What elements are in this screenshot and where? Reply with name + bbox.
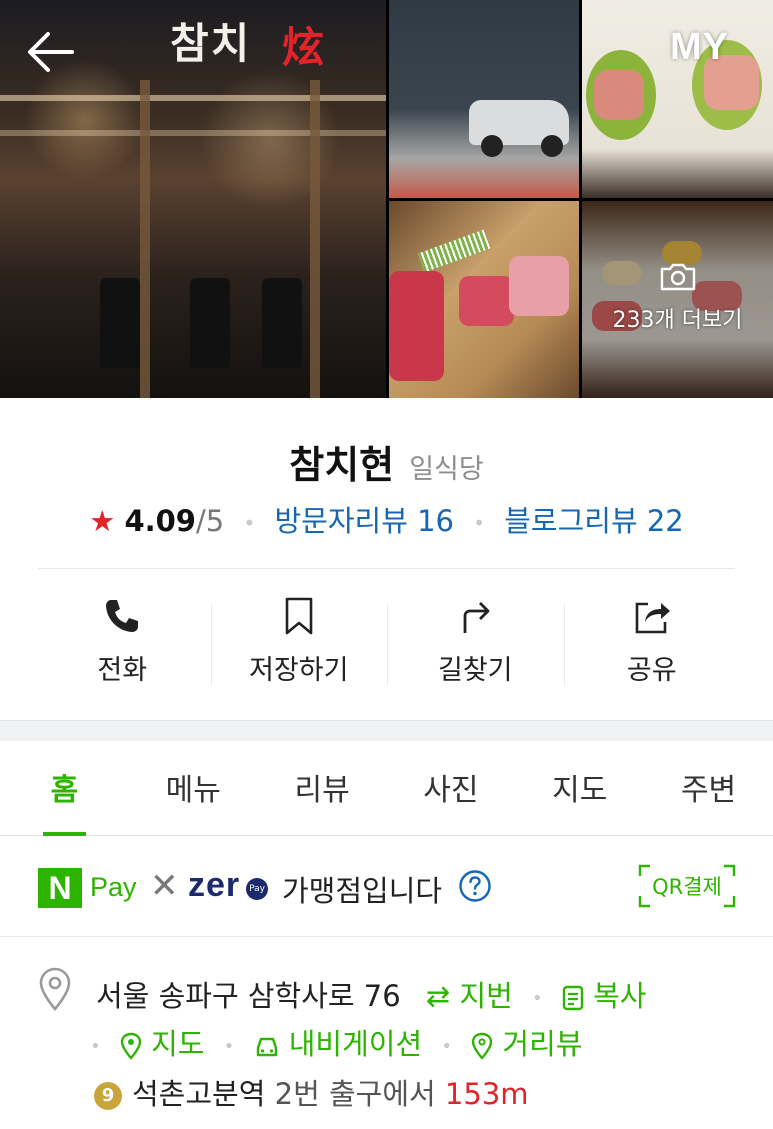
location-pin-icon (39, 967, 71, 1011)
pay-banner: N Pay ✕ zer Pay 가맹점입니다 QR결제 (0, 836, 773, 937)
map-label: 지도 (151, 1027, 205, 1061)
stats-row: ★ 4.09/5 • 방문자리뷰 16 • 블로그리뷰 22 (0, 498, 773, 540)
arrow-left-icon (28, 32, 74, 72)
shelf-light (0, 130, 386, 136)
section-gap (0, 720, 773, 741)
save-label: 저장하기 (249, 655, 349, 686)
photo-gallery[interactable]: 참치 炫 233개 더보기 MY (0, 0, 773, 398)
separator-dot: • (441, 1035, 452, 1057)
rating-max: /5 (196, 504, 225, 538)
garnish (417, 229, 491, 273)
tuna-slab (509, 256, 569, 316)
tab-bar: 홈 메뉴 리뷰 사진 지도 주변 (0, 741, 773, 836)
tab-menu[interactable]: 메뉴 (129, 741, 258, 835)
shelf-light (0, 95, 386, 101)
separator-dot: • (90, 1035, 101, 1057)
wheel (541, 135, 563, 157)
more-photos-label: 233개 더보기 (612, 308, 743, 333)
share-label: 공유 (626, 655, 677, 686)
tab-home[interactable]: 홈 (0, 741, 129, 836)
navigation-label: 내비게이션 (288, 1027, 423, 1061)
title-row: 참치현 일식당 (0, 434, 773, 489)
street-view-label: 거리뷰 (502, 1027, 583, 1061)
car-icon (256, 1037, 277, 1057)
pillar (140, 80, 150, 398)
merchant-text: 가맹점입니다 (282, 874, 443, 908)
address-actions: • 지도 • 내비게이션 • 거리뷰 (90, 1021, 582, 1063)
qr-pay-button[interactable]: QR결제 (638, 864, 736, 908)
map-button[interactable]: 지도 (120, 1027, 214, 1061)
photo-sashimi[interactable] (389, 201, 579, 398)
call-label: 전화 (97, 655, 148, 686)
tuna-slab (389, 271, 444, 381)
store-sign: 참치 (170, 19, 252, 68)
qr-pay-label: QR결제 (652, 875, 722, 899)
tab-nearby[interactable]: 주변 (644, 741, 773, 835)
zeropay-badge: Pay (246, 878, 268, 900)
address-section: 서울 송파구 삼학사로 76 ⇄ 지번 • 복사 • 지도 • 내비게이션 • … (0, 937, 773, 1129)
directions-button[interactable]: 길찾기 (387, 596, 564, 696)
copy-label: 복사 (593, 979, 647, 1013)
save-button[interactable]: 저장하기 (210, 596, 388, 696)
action-bar: 전화 저장하기 길찾기 공유 (34, 596, 740, 696)
street-address: 서울 송파구 삼학사로 76 (96, 979, 401, 1013)
distance: 153m (444, 1077, 529, 1111)
exit-text: 2번 출구에서 (274, 1077, 436, 1111)
jibun-label: 지번 (459, 979, 513, 1013)
my-button[interactable]: MY (670, 26, 729, 69)
store-sign-hanja: 炫 (282, 23, 325, 72)
map-pin-icon (120, 1032, 142, 1060)
npay-label: Pay (90, 872, 137, 902)
swap-icon: ⇄ (425, 979, 451, 1013)
pillar (310, 80, 320, 398)
navigation-button[interactable]: 내비게이션 (254, 1027, 432, 1061)
divider (38, 568, 735, 569)
npay-logo: N (38, 868, 82, 908)
chair (190, 278, 230, 368)
help-icon[interactable] (458, 869, 492, 903)
place-info: 참치현 일식당 ★ 4.09/5 • 방문자리뷰 16 • 블로그리뷰 22 전… (0, 398, 773, 720)
tab-photos[interactable]: 사진 (386, 741, 515, 835)
separator-dot: • (532, 987, 543, 1009)
tuna-slab (459, 276, 514, 326)
star-icon: ★ (89, 504, 116, 538)
station-name: 석촌고분역 (132, 1077, 266, 1111)
share-icon (635, 602, 670, 634)
place-name: 참치현 (289, 443, 395, 487)
camera-icon (660, 263, 695, 291)
subway-line-badge: 9 (94, 1082, 122, 1110)
directions-icon (463, 602, 490, 633)
more-photos-button[interactable]: 233개 더보기 (582, 250, 773, 350)
separator-dot: • (223, 1035, 235, 1057)
call-button[interactable]: 전화 (34, 596, 211, 696)
jibun-toggle[interactable]: ⇄ 지번 (426, 979, 522, 1013)
rating-value: 4.09 (124, 504, 196, 538)
photo-street[interactable] (389, 0, 579, 198)
bookmark-icon (285, 597, 313, 635)
chair (262, 278, 302, 368)
visitor-reviews-link[interactable]: 방문자리뷰 16 (274, 504, 454, 538)
share-button[interactable]: 공유 (563, 596, 741, 696)
address-line: 서울 송파구 삼학사로 76 ⇄ 지번 • 복사 (96, 973, 646, 1015)
back-button[interactable] (22, 24, 78, 80)
tab-map[interactable]: 지도 (515, 741, 644, 835)
times-icon: ✕ (150, 866, 179, 906)
copy-icon (562, 985, 584, 1011)
subway-info: 9 석촌고분역 2번 출구에서 153m (94, 1071, 529, 1113)
zeropay-logo: zer (188, 866, 241, 904)
separator-dot: • (243, 511, 256, 535)
tuna-slice (594, 70, 644, 120)
street-view-icon (471, 1032, 493, 1060)
phone-icon (106, 600, 139, 632)
directions-label: 길찾기 (437, 655, 513, 686)
copy-button[interactable]: 복사 (562, 979, 647, 1013)
wheel (481, 135, 503, 157)
tab-reviews[interactable]: 리뷰 (258, 741, 387, 835)
separator-dot: • (473, 511, 486, 535)
chair (100, 278, 140, 368)
blog-reviews-link[interactable]: 블로그리뷰 22 (504, 504, 684, 538)
place-category: 일식당 (409, 454, 484, 485)
street-view-button[interactable]: 거리뷰 (471, 1027, 582, 1061)
